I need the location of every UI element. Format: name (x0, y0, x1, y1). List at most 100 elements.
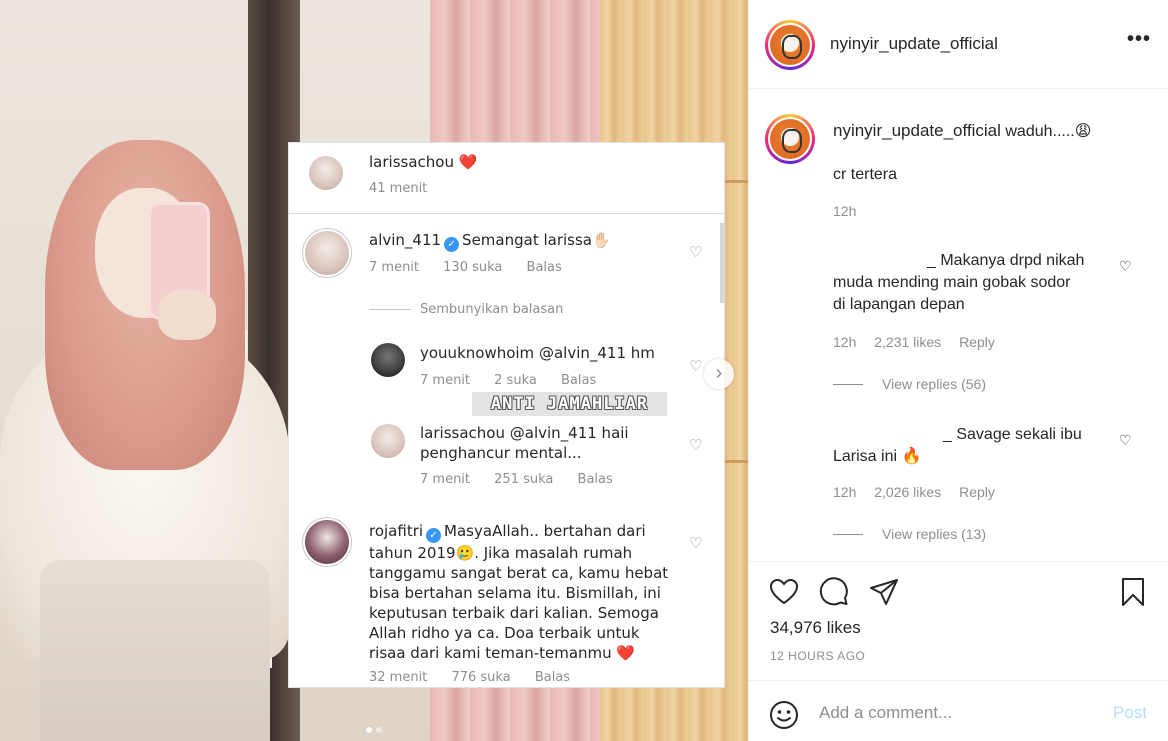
comment-meta: 7 menit 2 suka Balas (420, 373, 596, 388)
comment-meta: 32 menit 776 suka Balas (369, 670, 570, 685)
avatar (309, 156, 343, 190)
heart-icon[interactable]: ♡ (1119, 432, 1132, 449)
comment-meta: 12h 2,026 likes Reply (833, 484, 1009, 500)
heart-icon: ♡ (689, 243, 703, 261)
comment-text: penghancur mental... (420, 444, 582, 462)
view-replies-button[interactable]: View replies (56) (882, 376, 986, 392)
timestamp: 7 menit (420, 472, 471, 487)
like-count: 776 suka (451, 670, 511, 685)
comment-meta: 7 menit 251 suka Balas (420, 472, 613, 487)
username: larissachou (420, 424, 505, 442)
bookmark-icon[interactable] (1117, 576, 1149, 608)
comment: rojafitri ✓ MasyaAllah.. bertahan dari tah… (369, 521, 684, 663)
heart-emoji: ❤️ (458, 153, 478, 171)
timestamp: 7 menit (420, 373, 471, 388)
comment-text: MasyaAllah.. bertahan dari (444, 522, 646, 540)
comment-text: tanggamu sangat berat ca, kamu hebat (369, 564, 669, 582)
username: youuknowhoim (420, 344, 535, 362)
comment-time: 12h (833, 334, 857, 350)
screenshot-post-header: larissachou ❤️ 41 menit (289, 143, 724, 214)
post-button[interactable]: Post (1113, 703, 1147, 723)
share-icon[interactable] (868, 576, 900, 608)
comment-input[interactable]: Add a comment... (819, 703, 952, 723)
header-username[interactable]: nyinyir_update_official (830, 34, 998, 54)
caption-time: 12h (833, 203, 857, 219)
heart-icon[interactable] (768, 576, 800, 608)
scrollbar (720, 223, 724, 303)
caption: nyinyir_update_official waduh.....😩 (833, 120, 1091, 143)
heart-icon[interactable]: ♡ (1119, 258, 1132, 275)
comment-meta: 12h 2,231 likes Reply (833, 334, 1009, 350)
divider (833, 384, 863, 385)
divider (369, 309, 411, 310)
avatar (371, 343, 405, 377)
comment-text: _ Savage sekali ibu (943, 426, 1082, 443)
avatar (305, 520, 349, 564)
carousel-dot-active (366, 727, 372, 733)
comment-text: muda mending main gobak sodor (833, 274, 1071, 291)
caption-text: cr tertera (833, 166, 898, 183)
username: alvin_411 (369, 231, 442, 249)
verified-badge-icon: ✓ (426, 528, 442, 543)
emoji-icon[interactable] (769, 700, 799, 730)
comment-meta: 7 menit 130 suka Balas (369, 260, 562, 275)
reply-link: Balas (534, 670, 571, 685)
carousel-dot (376, 727, 382, 733)
heart-icon: ♡ (689, 436, 703, 454)
carousel-dots (364, 720, 384, 738)
comment-icon[interactable] (818, 576, 850, 608)
comment: alvin_411 ✓ Semangat larissa✋🏻 (369, 231, 611, 252)
post-header: nyinyir_update_official ••• (749, 0, 1168, 89)
comment-screenshot: larissachou ❤️ 41 menit alvin_411 ✓ Semang… (288, 142, 725, 688)
like-count: 2 suka (494, 373, 537, 388)
reply-button[interactable]: Reply (959, 484, 995, 500)
like-count: 251 suka (494, 472, 554, 487)
comment-text: Semangat larissa✋🏻 (462, 231, 611, 249)
more-horizontal-icon[interactable]: ••• (1127, 28, 1151, 51)
avatar[interactable] (765, 114, 815, 164)
username: rojafitri (369, 522, 424, 540)
reply: larissachou @alvin_411 haii penghancur m… (420, 423, 629, 463)
post-sidebar: nyinyir_update_official ••• nyinyir_upda… (748, 0, 1168, 741)
like-count[interactable]: 2,026 likes (874, 484, 941, 500)
person-hand (158, 290, 216, 340)
like-count[interactable]: 2,231 likes (874, 334, 941, 350)
timestamp: 32 menit (369, 670, 428, 685)
avatar (305, 231, 349, 275)
divider (833, 534, 863, 535)
comment-text: tahun 2019🥲. Jika masalah rumah (369, 544, 633, 562)
caption-username[interactable]: nyinyir_update_official (833, 121, 1001, 140)
next-slide-button[interactable]: › (704, 359, 734, 389)
hide-replies-link: Sembunyikan balasan (420, 302, 564, 317)
like-count: 130 suka (443, 260, 503, 275)
comment-text: @alvin_411 hm (538, 344, 655, 362)
comment-text: di lapangan depan (833, 296, 965, 313)
watermark: ANTI JAMAHLIAR (472, 392, 667, 416)
person-skirt (40, 560, 270, 741)
post-media[interactable]: larissachou ❤️ 41 menit alvin_411 ✓ Semang… (0, 0, 748, 741)
timestamp: 41 menit (369, 181, 428, 196)
heart-icon: ♡ (689, 357, 703, 375)
comment-text: Larisa ini 🔥 (833, 448, 922, 465)
verified-badge-icon: ✓ (444, 237, 460, 252)
comment-text: _ Makanya drpd nikah (927, 252, 1085, 269)
reply-link: Balas (577, 472, 613, 487)
comment-text: Allah ridho ya ca. Doa terbaik untuk (369, 624, 640, 642)
avatar[interactable] (765, 20, 815, 70)
post-time: 12 HOURS AGO (770, 649, 866, 663)
comment-text: bisa bertahan selama itu. Bismillah, ini (369, 584, 661, 602)
view-replies-button[interactable]: View replies (13) (882, 526, 986, 542)
like-count[interactable]: 34,976 likes (770, 618, 861, 638)
comment-time: 12h (833, 484, 857, 500)
reply-link: Balas (526, 260, 562, 275)
avatar (371, 424, 405, 458)
comment-text: @alvin_411 haii (509, 424, 629, 442)
timestamp: 7 menit (369, 260, 420, 275)
username: larissachou (369, 153, 454, 171)
caption-text: waduh.....😩 (1005, 123, 1092, 140)
comment-text: keputusan terbaik dari kalian. Semoga (369, 604, 659, 622)
comment-text: risaa dari kami teman-temanmu ❤️ (369, 644, 636, 662)
reply-button[interactable]: Reply (959, 334, 995, 350)
comment: _ Makanya drpd nikah muda mending main g… (833, 250, 1113, 316)
reply-link: Balas (560, 373, 597, 388)
